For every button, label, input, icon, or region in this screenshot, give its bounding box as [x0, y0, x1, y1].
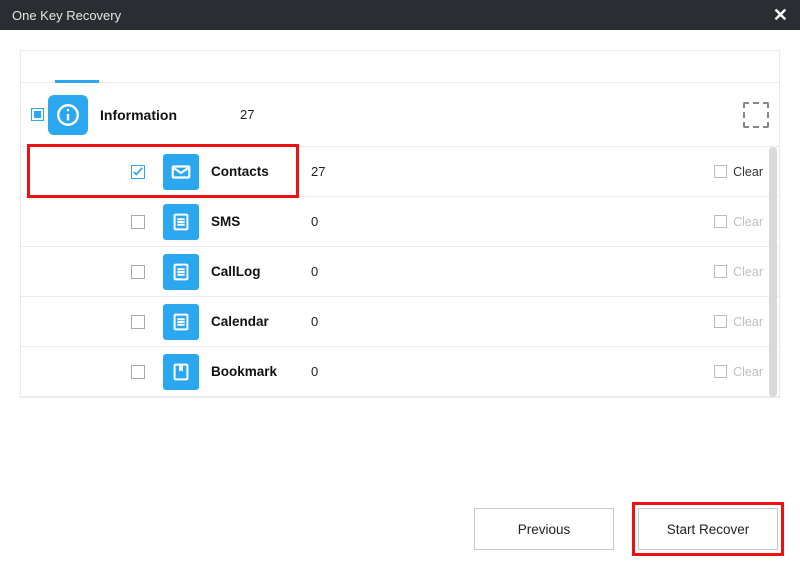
item-checkbox[interactable]: [131, 365, 145, 379]
item-label: SMS: [211, 214, 311, 229]
envelope-icon: [163, 154, 199, 190]
item-clear-group: Clear: [714, 315, 769, 329]
item-row-sms[interactable]: SMS0 Clear: [21, 197, 779, 247]
clear-checkbox[interactable]: [714, 365, 727, 378]
item-checkbox[interactable]: [131, 315, 145, 329]
info-icon: [48, 95, 88, 135]
footer-buttons: Previous Start Recover: [474, 508, 778, 550]
item-row-calllog[interactable]: CallLog0 Clear: [21, 247, 779, 297]
item-count: 0: [311, 314, 318, 329]
item-clear-group: Clear: [714, 165, 769, 179]
item-checkbox[interactable]: [131, 165, 145, 179]
doc-icon: [163, 254, 199, 290]
clear-label: Clear: [733, 165, 763, 179]
item-label: Bookmark: [211, 364, 311, 379]
clear-label: Clear: [733, 215, 763, 229]
tab-strip: [21, 51, 779, 83]
category-row-information[interactable]: Information 27: [21, 83, 779, 147]
category-count: 27: [240, 107, 254, 122]
window-title: One Key Recovery: [12, 8, 121, 23]
bookmark-icon: [163, 354, 199, 390]
item-row-bookmark[interactable]: Bookmark0 Clear: [21, 347, 779, 397]
item-row-contacts[interactable]: Contacts27 Clear: [21, 147, 779, 197]
item-clear-group: Clear: [714, 365, 769, 379]
category-label: Information: [100, 107, 240, 123]
start-recover-button-label: Start Recover: [667, 522, 750, 537]
clear-checkbox[interactable]: [714, 215, 727, 228]
doc-icon: [163, 304, 199, 340]
item-count: 27: [311, 164, 325, 179]
previous-button[interactable]: Previous: [474, 508, 614, 550]
item-label: Calendar: [211, 314, 311, 329]
doc-icon: [163, 204, 199, 240]
start-recover-button[interactable]: Start Recover: [638, 508, 778, 550]
item-count: 0: [311, 214, 318, 229]
item-row-calendar[interactable]: Calendar0 Clear: [21, 297, 779, 347]
item-clear-group: Clear: [714, 215, 769, 229]
data-panel: Information 27 Contacts27ClearSMS0ClearC…: [20, 50, 780, 398]
content-area: Information 27 Contacts27ClearSMS0ClearC…: [0, 30, 800, 398]
item-checkbox[interactable]: [131, 215, 145, 229]
titlebar: One Key Recovery ✕: [0, 0, 800, 30]
close-icon[interactable]: ✕: [773, 5, 788, 26]
item-count: 0: [311, 264, 318, 279]
clear-label: Clear: [733, 365, 763, 379]
item-label: Contacts: [211, 164, 311, 179]
item-checkbox[interactable]: [131, 265, 145, 279]
item-label: CallLog: [211, 264, 311, 279]
item-clear-group: Clear: [714, 265, 769, 279]
clear-checkbox[interactable]: [714, 165, 727, 178]
clear-checkbox[interactable]: [714, 265, 727, 278]
clear-checkbox[interactable]: [714, 315, 727, 328]
clear-label: Clear: [733, 315, 763, 329]
item-count: 0: [311, 364, 318, 379]
previous-button-label: Previous: [518, 522, 571, 537]
category-checkbox[interactable]: [31, 108, 44, 121]
clear-label: Clear: [733, 265, 763, 279]
selection-marquee-icon[interactable]: [743, 102, 769, 128]
scrollbar-thumb[interactable]: [769, 147, 777, 397]
